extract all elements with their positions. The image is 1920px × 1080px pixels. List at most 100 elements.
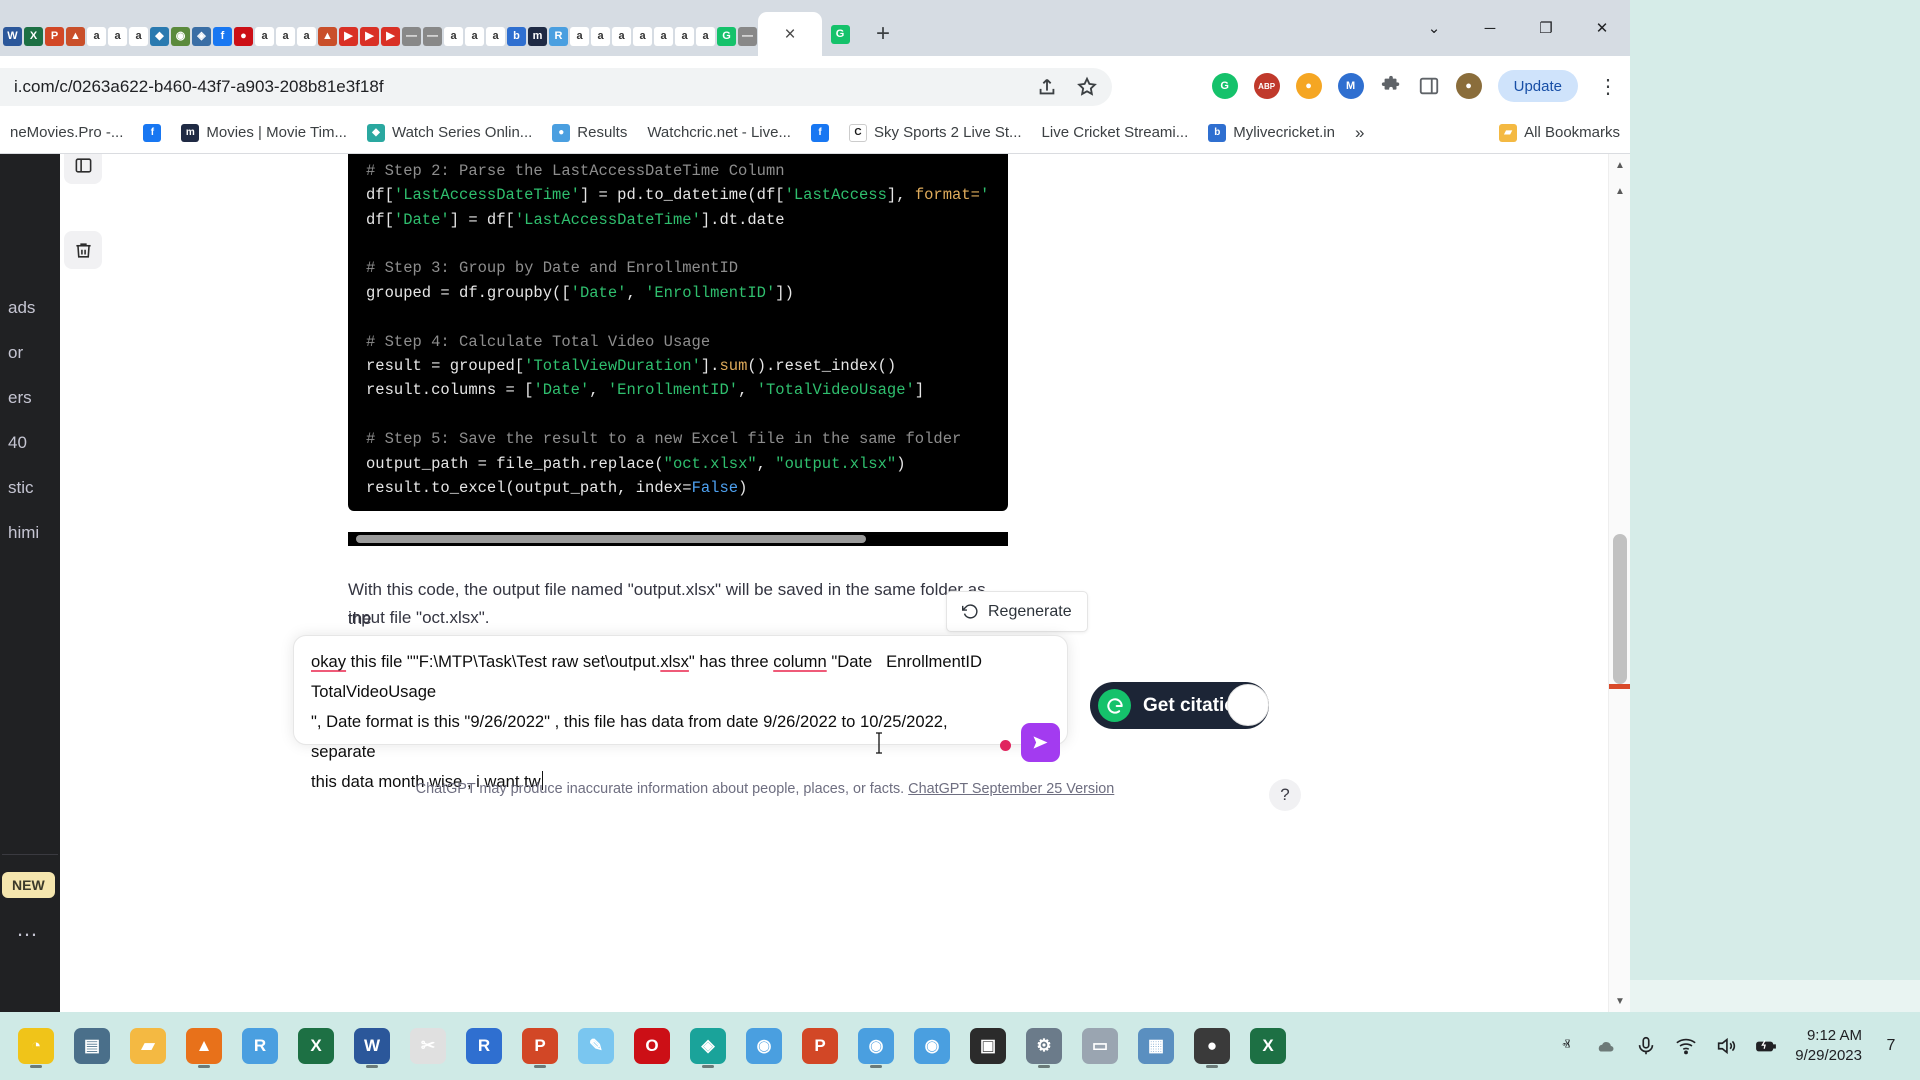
volume-icon[interactable] [1715,1035,1737,1057]
tab-icon[interactable]: R [549,27,568,46]
bookmark-item[interactable]: f [801,116,839,150]
sidebar-item-2[interactable]: ers [8,388,32,408]
r-console-icon[interactable]: R [456,1018,512,1074]
bookmark-item[interactable]: ● Results [542,116,637,150]
teal-app-icon[interactable]: ◈ [680,1018,736,1074]
tray-expand-icon[interactable]: ⱏ [1555,1035,1577,1057]
tab-icon[interactable]: a [612,27,631,46]
browser-menu-icon[interactable]: ⋮ [1594,74,1622,99]
code-scrollbar-thumb[interactable] [356,535,866,543]
maximize-button[interactable]: ❐ [1518,6,1574,50]
sidebar-item-0[interactable]: ads [8,298,35,318]
tab-icon[interactable]: W [3,27,22,46]
file-explorer-icon[interactable]: ▰ [120,1018,176,1074]
all-bookmarks-button[interactable]: ▰ All Bookmarks [1499,123,1620,142]
send-button[interactable] [1021,723,1060,762]
profile-avatar-icon[interactable]: ● [1455,73,1482,99]
tab-icon[interactable]: a [591,27,610,46]
opera-browser-icon[interactable]: O [624,1018,680,1074]
tab-icon[interactable]: a [633,27,652,46]
tab-icon[interactable]: ― [402,27,421,46]
bookmark-item[interactable]: f [133,116,171,150]
onedrive-icon[interactable] [1595,1035,1617,1057]
honey-extension-icon[interactable]: ● [1295,73,1322,99]
panel-toggle-button[interactable] [64,154,102,184]
microphone-icon[interactable] [1635,1035,1657,1057]
chrome-browser-icon[interactable]: ◉ [736,1018,792,1074]
bookmark-item[interactable]: ◆ Watch Series Onlin... [357,116,542,150]
sidebar-item-3[interactable]: 40 [8,433,27,453]
tab-icon[interactable]: a [486,27,505,46]
delete-chat-button[interactable] [64,231,102,269]
word-icon[interactable]: W [344,1018,400,1074]
paint-icon[interactable]: ✎ [568,1018,624,1074]
version-link[interactable]: ChatGPT September 25 Version [908,781,1114,797]
tab-icon[interactable]: a [654,27,673,46]
help-button[interactable]: ? [1269,779,1301,811]
malwarebytes-extension-icon[interactable]: M [1337,73,1364,99]
tab-icon[interactable]: ● [234,27,253,46]
tab-icon[interactable]: a [87,27,106,46]
tab-icon[interactable]: m [528,27,547,46]
sidebar-item-4[interactable]: stic [8,478,34,498]
notifications-button[interactable]: 7 [1880,1035,1902,1057]
tab-icon[interactable]: ▲ [318,27,337,46]
tab-icon[interactable]: ▲ [66,27,85,46]
tab-icon[interactable]: a [444,27,463,46]
spreadsheet-app-icon[interactable]: ▦ [1128,1018,1184,1074]
snipping-tool-icon[interactable]: ✂ [400,1018,456,1074]
tab-icon[interactable]: a [675,27,694,46]
bookmark-star-icon[interactable] [1076,76,1098,98]
excel-2-icon[interactable]: X [1240,1018,1296,1074]
tab-icon[interactable]: ― [423,27,442,46]
tab-icon[interactable]: a [276,27,295,46]
bookmark-item[interactable]: Watchcric.net - Live... [637,116,801,150]
sidebar-more-icon[interactable]: … [16,916,40,942]
tab-icon[interactable]: G [822,12,858,56]
minimize-button[interactable]: ─ [1462,6,1518,50]
excel-icon[interactable]: X [288,1018,344,1074]
grammarly-extension-icon[interactable]: G [1211,73,1238,99]
tab-icon[interactable]: ◈ [192,27,211,46]
adblock-extension-icon[interactable]: ABP [1253,73,1280,99]
page-scrollbar[interactable]: ▲ ▲ ▼ [1608,154,1630,1012]
tab-icon[interactable]: f [213,27,232,46]
message-composer[interactable]: okay this file ""F:\MTP\Task\Test raw se… [293,635,1068,791]
sidebar-item-1[interactable]: or [8,343,23,363]
share-icon[interactable] [1036,76,1058,98]
clock[interactable]: 9:12 AM 9/29/2023 [1795,1026,1862,1066]
powerpoint-icon[interactable]: P [512,1018,568,1074]
tab-icon[interactable]: ▶ [339,27,358,46]
windows-search-icon[interactable]: ◔ [8,1018,64,1074]
scroll-down-arrow[interactable]: ▼ [1609,990,1630,1012]
vlc-media-player-icon[interactable]: ▲ [176,1018,232,1074]
tab-icon[interactable]: G [717,27,736,46]
tab-icon[interactable]: P [45,27,64,46]
task-view-icon[interactable]: ▤ [64,1018,120,1074]
scroll-up-arrow-2[interactable]: ▲ [1609,180,1630,202]
tab-icon[interactable]: ▶ [381,27,400,46]
tab-icon[interactable]: ◉ [171,27,190,46]
tab-icon[interactable]: a [108,27,127,46]
bookmark-item[interactable]: neMovies.Pro -... [0,116,133,150]
puzzle-extensions-icon[interactable] [1380,75,1402,97]
tab-icon[interactable]: a [570,27,589,46]
wifi-icon[interactable] [1675,1035,1697,1057]
battery-charging-icon[interactable] [1755,1035,1777,1057]
new-tab-button[interactable]: + [866,17,900,51]
composer-text[interactable]: okay this file ""F:\MTP\Task\Test raw se… [311,647,1001,797]
bookmark-item[interactable]: b Mylivecricket.in [1198,116,1345,150]
close-tab-icon[interactable]: × [784,25,795,44]
regenerate-button[interactable]: Regenerate [946,591,1088,632]
tab-icon[interactable]: a [696,27,715,46]
powerpoint-2-icon[interactable]: P [792,1018,848,1074]
tab-icon[interactable]: a [129,27,148,46]
scroll-up-arrow[interactable]: ▲ [1609,154,1630,176]
bookmarks-overflow-button[interactable]: » [1345,123,1374,143]
obs-studio-icon[interactable]: ● [1184,1018,1240,1074]
tab-icon[interactable]: ― [738,27,757,46]
sidebar-item-5[interactable]: himi [8,523,39,543]
settings-icon[interactable]: ⚙ [1016,1018,1072,1074]
book-app-icon[interactable]: ▭ [1072,1018,1128,1074]
bookmark-item[interactable]: C Sky Sports 2 Live St... [839,116,1032,150]
